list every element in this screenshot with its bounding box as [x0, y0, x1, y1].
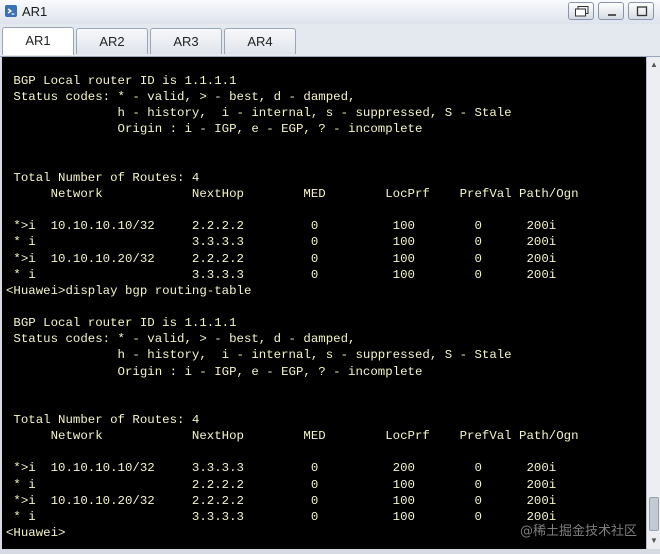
terminal-line: BGP Local router ID is 1.1.1.1 — [6, 74, 237, 88]
terminal-line: h - history, i - internal, s - suppresse… — [6, 348, 512, 363]
terminal-console[interactable]: BGP Local router ID is 1.1.1.1 Status co… — [2, 57, 646, 549]
terminal-line: * i 3.3.3.3 0 100 0 200i — [6, 235, 557, 250]
maximize-button[interactable] — [628, 2, 654, 20]
terminal-app-icon — [4, 4, 18, 18]
tab-ar4[interactable]: AR4 — [224, 28, 296, 54]
minimize-button[interactable] — [598, 2, 624, 20]
minimize-icon — [608, 14, 616, 16]
terminal-line: Status codes: * - valid, > - best, d - d… — [6, 332, 356, 347]
terminal-line: *>i 10.10.10.10/32 2.2.2.2 0 100 0 200i — [6, 219, 557, 234]
scroll-thumb[interactable] — [649, 497, 659, 531]
terminal-line: <Huawei> — [6, 525, 66, 540]
watermark: @稀土掘金技术社区 — [520, 524, 638, 539]
terminal-line: * i 2.2.2.2 0 100 0 200i — [6, 477, 557, 492]
terminal-line: Total Number of Routes: 4 — [6, 412, 200, 427]
window-bottom-border — [0, 549, 660, 554]
terminal-line: Network NextHop MED LocPrf PrefVal Path/… — [6, 186, 579, 201]
terminal-line: Status codes: * - valid, > - best, d - d… — [6, 90, 356, 105]
tab-bar: AR1 AR2 AR3 AR4 — [0, 24, 660, 57]
terminal-line: Total Number of Routes: 4 — [6, 170, 200, 185]
terminal-line: Origin : i - IGP, e - EGP, ? - incomplet… — [6, 364, 423, 379]
scroll-up-arrow-icon[interactable]: ▲ — [648, 59, 660, 71]
tab-ar2[interactable]: AR2 — [76, 28, 148, 54]
terminal-line: h - history, i - internal, s - suppresse… — [6, 106, 512, 121]
terminal-line: *>i 10.10.10.20/32 2.2.2.2 0 100 0 200i — [6, 251, 557, 266]
tab-ar3[interactable]: AR3 — [150, 28, 222, 54]
terminal-line: BGP Local router ID is 1.1.1.1 — [6, 316, 237, 331]
title-bar: AR1 — [0, 0, 660, 25]
terminal-line: Origin : i - IGP, e - EGP, ? - incomplet… — [6, 122, 423, 137]
terminal-line: * i 3.3.3.3 0 100 0 200i — [6, 509, 557, 524]
terminal-output: BGP Local router ID is 1.1.1.1 Status co… — [6, 73, 579, 541]
terminal-line: <Huawei>display bgp routing-table — [6, 283, 252, 298]
terminal-line: Network NextHop MED LocPrf PrefVal Path/… — [6, 429, 579, 444]
maximize-icon — [636, 6, 648, 17]
terminal-line: * i 3.3.3.3 0 100 0 200i — [6, 267, 557, 282]
scroll-down-arrow-icon[interactable]: ▼ — [648, 535, 660, 547]
terminal-line: *>i 10.10.10.10/32 3.3.3.3 0 200 0 200i — [6, 461, 557, 476]
tab-ar1[interactable]: AR1 — [2, 27, 74, 55]
restore-button[interactable] — [568, 2, 594, 20]
terminal-line: *>i 10.10.10.20/32 2.2.2.2 0 100 0 200i — [6, 493, 557, 508]
vertical-scrollbar[interactable]: ▲ ▼ — [646, 57, 660, 549]
window-title: AR1 — [22, 4, 48, 19]
restore-icon — [575, 6, 589, 17]
